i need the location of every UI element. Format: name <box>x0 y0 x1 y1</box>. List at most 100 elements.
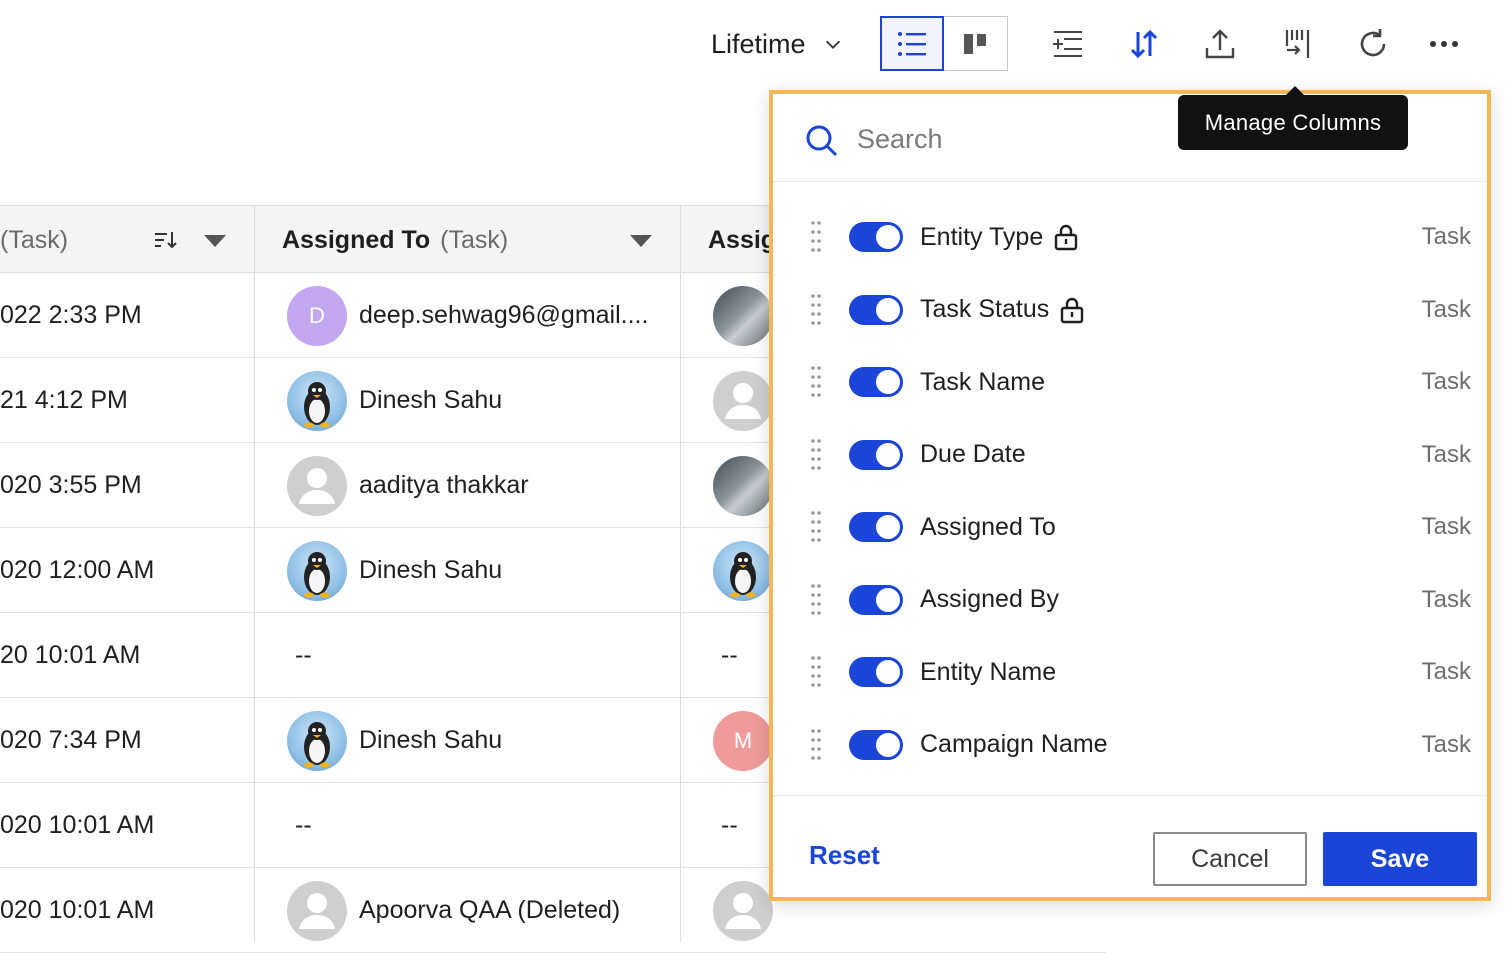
avatar: M <box>713 710 773 771</box>
avatar <box>713 880 773 941</box>
drag-handle-icon[interactable] <box>809 364 823 400</box>
drag-handle-icon[interactable] <box>809 292 823 328</box>
penguin-icon <box>304 551 330 597</box>
column-header-assigned-by-label: Assig <box>708 225 777 254</box>
column-option-tag: Task <box>1421 513 1471 540</box>
date-cell: 020 3:55 PM <box>0 443 250 528</box>
board-view-button[interactable] <box>944 16 1008 71</box>
column-option: Assigned To Task <box>773 491 1487 563</box>
assigned-by-cell <box>713 273 773 358</box>
column-option-text: Entity Name <box>920 657 1057 686</box>
column-option: Assigned By Task <box>773 564 1487 636</box>
drag-handle-icon[interactable] <box>809 727 823 763</box>
column-option-label: Campaign Name <box>920 725 1108 765</box>
date-cell: 20 10:01 AM <box>0 613 250 698</box>
export-icon[interactable] <box>1198 22 1242 66</box>
assigned-to-cell: Dinesh Sahu <box>287 358 672 443</box>
drag-handle-icon[interactable] <box>809 582 823 618</box>
column-visibility-toggle[interactable] <box>849 222 903 252</box>
avatar <box>713 285 773 346</box>
panel-footer: Reset Cancel Save <box>773 795 1487 897</box>
column-header-assigned-by[interactable]: Assig <box>708 206 776 274</box>
avatar <box>713 455 773 516</box>
assigned-by-cell: M <box>713 698 773 783</box>
avatar <box>713 540 773 601</box>
caret-down-icon[interactable] <box>202 233 228 249</box>
date-cell: 020 7:34 PM <box>0 698 250 783</box>
column-option: Task Name Task <box>773 346 1487 418</box>
column-option-text: Task Status <box>920 295 1050 323</box>
refresh-icon[interactable] <box>1351 22 1395 66</box>
date-cell: 022 2:33 PM <box>0 273 250 358</box>
column-visibility-toggle[interactable] <box>849 512 903 542</box>
column-option-tag: Task <box>1421 658 1471 685</box>
column-option-text: Assigned To <box>920 512 1056 541</box>
avatar-initial: D <box>309 302 325 328</box>
date-cell: 020 10:01 AM <box>0 868 250 953</box>
column-visibility-toggle[interactable] <box>849 367 903 397</box>
column-option-text: Entity Type <box>920 222 1044 251</box>
more-options-icon[interactable] <box>1422 22 1466 66</box>
user-icon <box>299 467 335 504</box>
avatar: D <box>287 285 347 346</box>
column-visibility-toggle[interactable] <box>849 729 903 760</box>
column-option-tag: Task <box>1421 368 1471 395</box>
manage-columns-panel: Entity TypeTaskTask StatusTaskTask NameT… <box>769 90 1491 901</box>
assignee-name: Dinesh Sahu <box>359 386 503 414</box>
column-visibility-toggle[interactable] <box>849 584 903 615</box>
drag-handle-icon[interactable] <box>809 437 823 473</box>
date-text: 022 2:33 PM <box>0 301 142 329</box>
avatar <box>287 880 347 941</box>
list-view-button[interactable] <box>880 16 944 71</box>
column-option: Task Status Task <box>773 274 1487 346</box>
date-cell: 020 12:00 AM <box>0 528 250 613</box>
date-text: 020 10:01 AM <box>0 896 155 924</box>
penguin-icon <box>730 551 756 597</box>
cancel-button[interactable]: Cancel <box>1153 832 1307 886</box>
assigned-to-cell: -- <box>295 613 680 698</box>
drag-handle-icon[interactable] <box>809 654 823 690</box>
reset-button[interactable]: Reset <box>809 840 880 871</box>
column-option-label: Due Date <box>920 435 1026 475</box>
column-option-label: Task Name <box>920 362 1045 402</box>
column-visibility-toggle[interactable] <box>849 439 903 470</box>
caret-down-icon[interactable] <box>628 233 654 249</box>
user-icon <box>725 892 761 929</box>
assignee-name: deep.sehwag96@gmail.... <box>359 301 649 329</box>
save-button[interactable]: Save <box>1323 832 1477 886</box>
column-option-label: Entity Name <box>920 652 1056 692</box>
drag-handle-icon[interactable] <box>809 509 823 545</box>
assigned-by-cell <box>713 443 773 528</box>
date-range-dropdown[interactable]: Lifetime <box>711 26 844 62</box>
view-toggle-group <box>880 16 1008 71</box>
assigned-to-cell: Ddeep.sehwag96@gmail.... <box>287 273 672 358</box>
column-option-tag: Task <box>1421 440 1471 468</box>
column-header-date[interactable]: (Task) <box>0 206 68 274</box>
column-header-assigned-to-label: Assigned To <box>282 225 431 254</box>
column-option-text: Task Name <box>920 367 1046 396</box>
avatar <box>287 455 347 516</box>
column-option: Due Date Task <box>773 419 1487 491</box>
sort-order-icon[interactable] <box>153 228 179 252</box>
assignee-name: Dinesh Sahu <box>359 726 503 754</box>
column-option-text: Assigned By <box>920 585 1059 613</box>
sort-icon[interactable] <box>1122 22 1166 66</box>
avatar <box>287 710 347 771</box>
assigned-by-cell <box>713 528 773 613</box>
column-visibility-toggle[interactable] <box>849 294 903 325</box>
assigned-to-cell: Dinesh Sahu <box>287 528 672 613</box>
add-row-icon[interactable] <box>1046 22 1090 66</box>
column-option-label: Assigned To <box>920 507 1056 547</box>
column-header-assigned-to[interactable]: Assigned To (Task) <box>282 206 508 274</box>
lock-icon <box>1061 297 1084 323</box>
date-cell: 21 4:12 PM <box>0 358 250 443</box>
assigned-to-cell: Dinesh Sahu <box>287 698 672 783</box>
column-visibility-toggle[interactable] <box>849 657 903 687</box>
date-range-label: Lifetime <box>711 28 806 59</box>
date-cell: 020 10:01 AM <box>0 783 250 868</box>
assigned-by-text: -- <box>721 641 738 669</box>
assignee-name: aaditya thakkar <box>359 471 529 499</box>
assigned-by-cell <box>713 868 773 953</box>
drag-handle-icon[interactable] <box>809 219 823 255</box>
manage-columns-icon[interactable] <box>1275 22 1319 66</box>
